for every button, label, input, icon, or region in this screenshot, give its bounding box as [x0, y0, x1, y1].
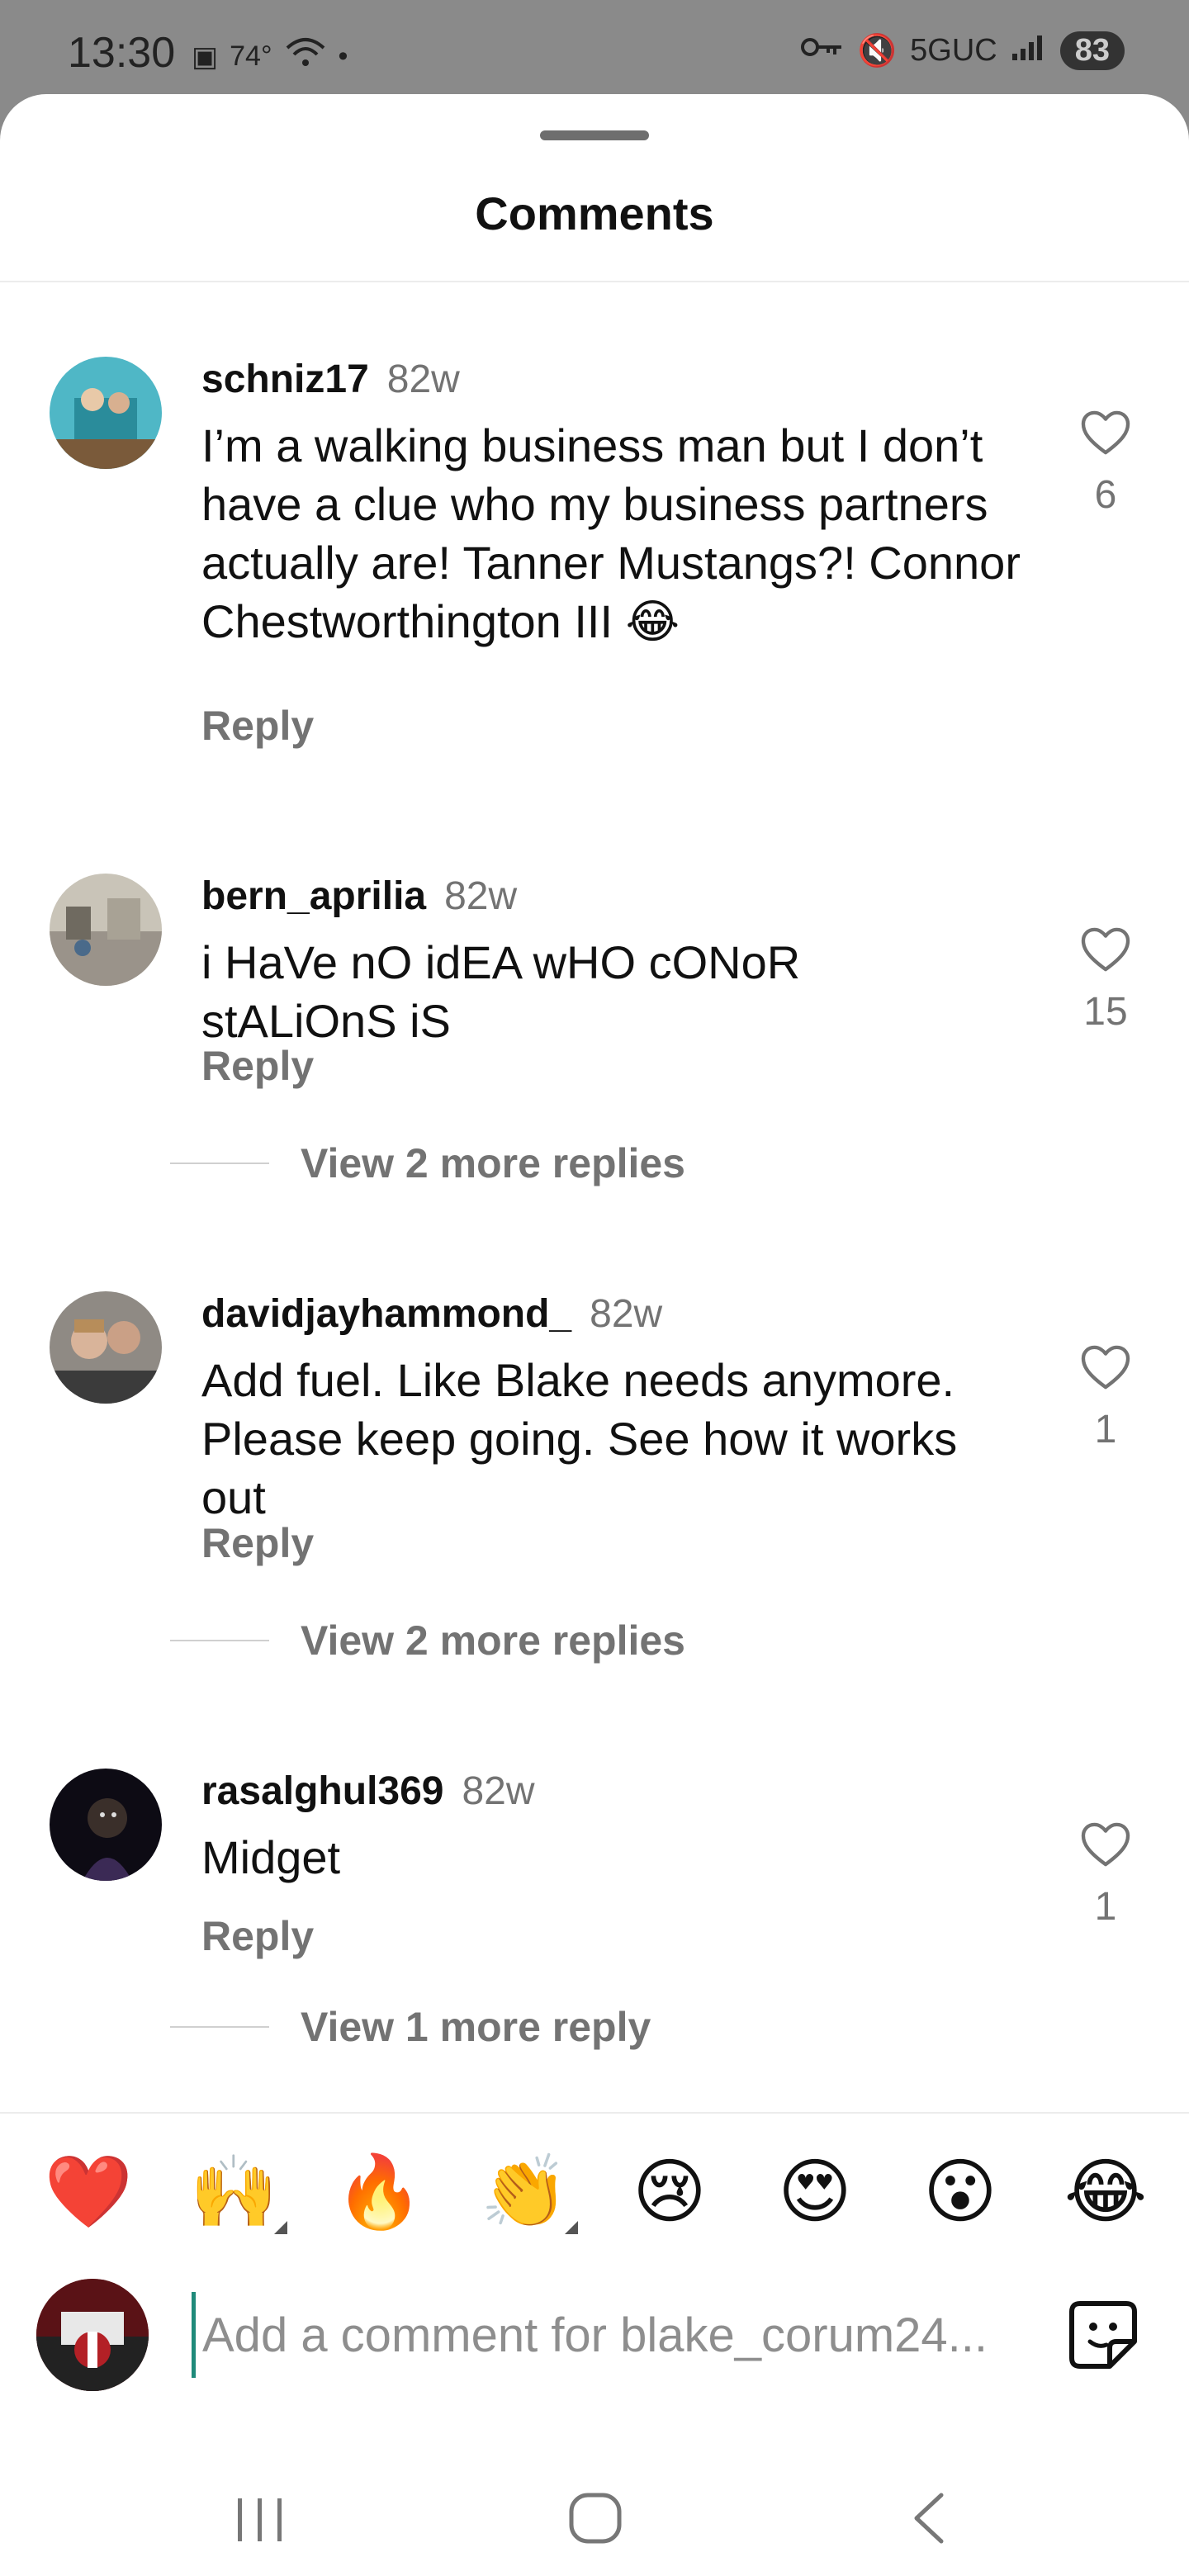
skin-tone-indicator	[565, 2221, 578, 2234]
heart-outline-icon	[1081, 1345, 1130, 1390]
avatar[interactable]	[50, 874, 162, 986]
emoji-clapping[interactable]: 👏	[479, 2147, 570, 2237]
view-replies-label: View 1 more reply	[301, 2004, 651, 2050]
emoji-raised-hands[interactable]: 🙌	[188, 2147, 279, 2237]
back-icon	[914, 2493, 944, 2544]
comment-text: Add fuel. Like Blake needs anymore. Plea…	[201, 1354, 958, 1523]
status-bar: 13:30 ▣ 74° • 🔇 5GUC 83	[0, 0, 1189, 107]
comment-timestamp: 82w	[462, 1769, 535, 1813]
comment-text: Midget	[201, 1831, 341, 1883]
sticker-button[interactable]	[1065, 2297, 1141, 2373]
home-button[interactable]	[558, 2485, 632, 2551]
comment-text: I’m a walking business man but I don’t h…	[201, 419, 1021, 647]
skin-tone-indicator	[274, 2221, 287, 2234]
sheet-title: Comments	[475, 187, 714, 239]
screenshot-icon: ▣	[192, 40, 219, 73]
emoji-heart[interactable]: ❤️	[43, 2147, 134, 2237]
sticker-icon	[1069, 2301, 1137, 2369]
emoji-surprised[interactable]: 😮	[915, 2147, 1006, 2237]
comment-timestamp: 82w	[590, 1292, 663, 1336]
comment-username[interactable]: schniz17	[201, 358, 369, 401]
mute-icon: 🔇	[857, 33, 898, 69]
temperature: 74°	[230, 40, 272, 72]
heart-outline-icon	[1081, 410, 1130, 455]
view-replies-button[interactable]: View 2 more replies	[170, 1139, 685, 1187]
recent-apps-button[interactable]	[223, 2485, 297, 2551]
comment-username[interactable]: davidjayhammond_	[201, 1292, 571, 1336]
system-nav-bar	[0, 2460, 1189, 2576]
avatar[interactable]	[50, 357, 162, 469]
heart-outline-icon	[1081, 927, 1130, 972]
comment-username[interactable]: bern_aprilia	[201, 874, 426, 918]
recent-apps-icon	[238, 2498, 282, 2541]
comment-item: rasalghul369 82w Midget Reply 1 View 1 mo…	[0, 1769, 1189, 2050]
comment-timestamp: 82w	[386, 358, 460, 401]
home-icon	[569, 2493, 622, 2544]
comment-item: schniz17 82w I’m a walking business man b…	[0, 357, 1189, 749]
comment-item: bern_aprilia 82w i HaVe nO idEA wHO cONoR…	[0, 874, 1189, 1186]
emoji-laughing[interactable]: 😂	[1060, 2147, 1151, 2237]
emoji-crying[interactable]: 😢	[624, 2147, 715, 2237]
view-replies-button[interactable]: View 1 more reply	[170, 2003, 651, 2051]
comment-input[interactable]	[192, 2292, 1034, 2378]
like-count: 1	[1094, 1885, 1117, 1929]
view-replies-button[interactable]: View 2 more replies	[170, 1617, 685, 1664]
emoji-fire[interactable]: 🔥	[334, 2147, 424, 2237]
reply-button[interactable]: Reply	[201, 1912, 314, 1960]
avatar[interactable]	[50, 1291, 162, 1404]
comment-item: davidjayhammond_ 82w Add fuel. Like Blake…	[0, 1291, 1189, 1664]
avatar[interactable]	[50, 1769, 162, 1881]
drag-handle[interactable]	[540, 130, 649, 140]
like-button[interactable]: 6	[1077, 410, 1135, 518]
thread-line	[170, 2026, 269, 2028]
wifi-icon	[284, 36, 327, 77]
like-count: 1	[1094, 1408, 1117, 1451]
comment-text: i HaVe nO idEA wHO cONoR stALiOnS iS	[201, 936, 801, 1047]
comment-username[interactable]: rasalghul369	[201, 1769, 443, 1813]
thread-line	[170, 1163, 269, 1164]
current-user-avatar	[36, 2279, 149, 2391]
like-button[interactable]: 1	[1077, 1344, 1135, 1452]
emoji-reaction-bar: ❤️ 🙌 🔥 👏 😢 😍 😮 😂	[0, 2147, 1189, 2237]
thread-line	[170, 1640, 269, 1641]
reply-button[interactable]: Reply	[201, 1519, 314, 1567]
reply-button[interactable]: Reply	[201, 702, 314, 750]
comment-timestamp: 82w	[444, 874, 518, 918]
like-count: 6	[1094, 473, 1117, 517]
view-replies-label: View 2 more replies	[301, 1140, 685, 1186]
heart-outline-icon	[1081, 1822, 1130, 1867]
signal-icon	[1011, 32, 1047, 70]
divider	[0, 281, 1189, 282]
back-button[interactable]	[892, 2485, 966, 2551]
key-icon	[800, 33, 845, 69]
reply-button[interactable]: Reply	[201, 1042, 314, 1090]
like-button[interactable]: 1	[1077, 1821, 1135, 1930]
network-type: 5GUC	[910, 33, 997, 68]
dot-icon: •	[338, 40, 348, 72]
like-button[interactable]: 15	[1077, 926, 1135, 1035]
divider	[0, 2112, 1189, 2114]
view-replies-label: View 2 more replies	[301, 1617, 685, 1664]
battery-indicator: 83	[1059, 31, 1125, 70]
emoji-heart-eyes[interactable]: 😍	[770, 2147, 860, 2237]
like-count: 15	[1083, 990, 1128, 1034]
status-time: 13:30	[68, 29, 176, 77]
